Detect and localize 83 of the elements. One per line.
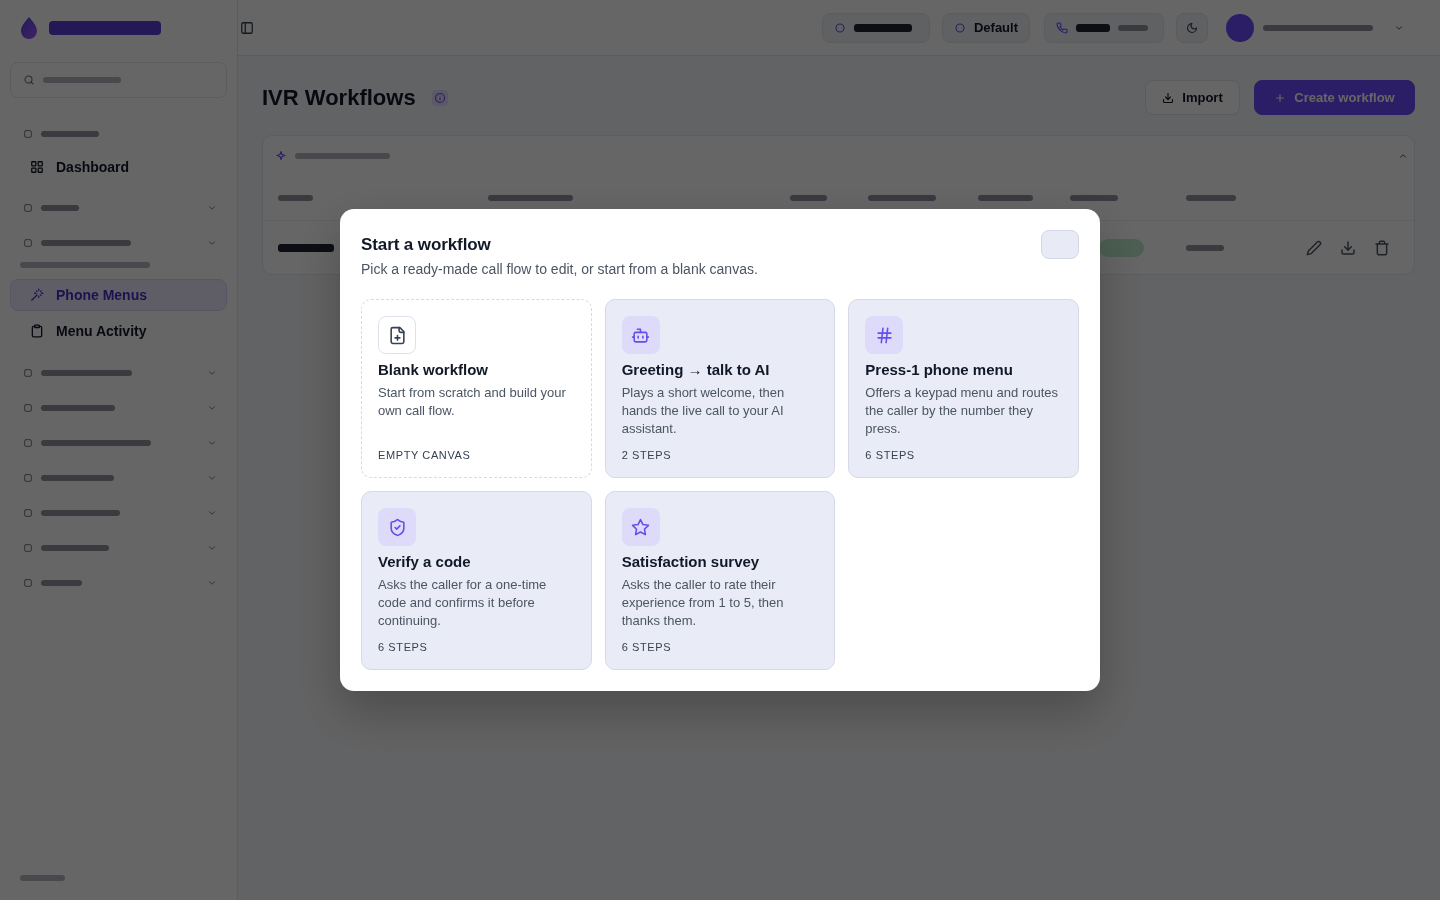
text-placeholder-drawing: [20, 875, 65, 881]
modal-title: Start a workflow: [361, 234, 491, 255]
text-placeholder-drawing: [868, 195, 936, 201]
section-icon: [23, 128, 33, 139]
text-placeholder-drawing: [278, 243, 334, 252]
card-description: Plays a short welcome, then hands the live call to your AI assistant.: [621, 384, 786, 438]
template-card[interactable]: Verify a code Asks the caller for a one-time code and confirms it before continuing. 6 STEPS: [361, 491, 592, 670]
card-meta: 2 STEPS: [621, 448, 672, 462]
hash-icon: [865, 316, 904, 354]
card-description: Asks the caller to rate their experience from 1 to 5, then thanks them.: [621, 576, 785, 630]
section-icon: [23, 472, 33, 483]
text-placeholder-drawing: [1076, 23, 1110, 32]
template-card[interactable]: Press-1 phone menu Offers a keypad menu and routes the caller by the number they press. 6 STEPS: [848, 299, 1079, 478]
template-card[interactable]: Greeting → talk to AI Plays a short welcome, then hands the live call to your AI assistant. 2 STEPS: [604, 299, 836, 478]
section-icon: [23, 507, 33, 518]
nav-item[interactable]: Phone Menus: [10, 279, 227, 311]
card-meta: 6 STEPS: [865, 448, 915, 462]
text-placeholder-drawing: [41, 130, 99, 137]
card-description: Offers a keypad menu and routes the caller by the number they press.: [865, 384, 1060, 438]
card-title: Press-1 phone menu: [865, 360, 1014, 380]
text-placeholder-drawing: [790, 195, 827, 201]
template-card[interactable]: Blank workflow Start from scratch and build your own call flow. EMPTY CANVAS: [361, 299, 592, 478]
page-title: IVR Workflows: [262, 84, 416, 111]
workspace-pill[interactable]: Default: [941, 12, 1030, 43]
nav-item[interactable]: Dashboard: [10, 151, 227, 183]
phone-number-pill[interactable]: [1044, 12, 1164, 43]
section-icon: [23, 402, 33, 413]
text-placeholder-drawing: [853, 23, 912, 32]
pencil-icon[interactable]: [1306, 239, 1322, 256]
download-icon: [1162, 91, 1175, 104]
section-icon: [23, 577, 33, 588]
info-icon: [431, 89, 448, 106]
grid-icon: [30, 160, 44, 174]
download-icon[interactable]: [1340, 239, 1356, 256]
section-icon: [23, 437, 33, 448]
search-field[interactable]: [10, 62, 227, 98]
section-icon: [23, 237, 33, 248]
sidebar-toggle-icon[interactable]: [240, 20, 254, 35]
phone-icon: [1056, 21, 1068, 34]
nav-item[interactable]: Menu Activity: [10, 315, 227, 347]
section-icon: [23, 202, 33, 213]
text-placeholder-drawing: [1186, 244, 1224, 251]
text-placeholder-drawing: [41, 544, 109, 551]
sparkle-icon: [275, 150, 287, 162]
theme-button[interactable]: [1176, 12, 1208, 43]
card-title: Greeting → talk to AI: [621, 360, 771, 380]
trash-icon[interactable]: [1374, 239, 1390, 256]
create-button[interactable]: Create workflow: [1254, 80, 1415, 115]
moon-icon: [1186, 21, 1198, 34]
file-plus-icon: [378, 316, 416, 354]
clipboard-icon: [30, 324, 44, 338]
text-placeholder-drawing: [978, 195, 1033, 201]
close-button[interactable]: [1041, 230, 1079, 259]
search-icon: [23, 74, 35, 86]
section-icon: [23, 542, 33, 553]
card-meta: 6 STEPS: [378, 640, 428, 654]
plus-icon: [1274, 91, 1287, 104]
section-icon: [23, 367, 33, 378]
card-meta: 6 STEPS: [621, 640, 672, 654]
card-meta: EMPTY CANVAS: [378, 448, 471, 462]
magic-wand-icon: [30, 288, 44, 302]
text-placeholder-drawing: [41, 579, 82, 586]
template-card[interactable]: Satisfaction survey Asks the caller to rate their experience from 1 to 5, then thanks them. 6 STEPS: [604, 491, 836, 670]
chevron-up-icon[interactable]: [1398, 151, 1408, 161]
import-button[interactable]: Import: [1145, 80, 1240, 115]
text-placeholder-drawing: [1186, 195, 1236, 201]
status-badge: [1099, 238, 1144, 257]
circle-icon: [833, 21, 846, 34]
card-title: Verify a code: [378, 552, 472, 572]
card-description: Start from scratch and build your own call flow.: [378, 384, 567, 420]
robot-icon: [621, 316, 660, 354]
modal-subtitle: Pick a ready-made call flow to edit, or start from a blank canvas.: [361, 260, 759, 278]
text-placeholder-drawing: [278, 195, 313, 201]
circle-icon: [953, 21, 966, 34]
text-placeholder-drawing: [41, 204, 79, 211]
text-placeholder-drawing: [1070, 195, 1118, 201]
text-placeholder-drawing: [1118, 24, 1148, 31]
card-description: Asks the caller for a one-time code and confirms it before continuing.: [378, 576, 548, 630]
avatar-icon[interactable]: [1226, 13, 1254, 42]
card-title: Satisfaction survey: [621, 552, 761, 572]
shield-check-icon: [378, 508, 416, 546]
card-title: Blank workflow: [378, 360, 490, 380]
selector-pill[interactable]: [821, 12, 930, 43]
